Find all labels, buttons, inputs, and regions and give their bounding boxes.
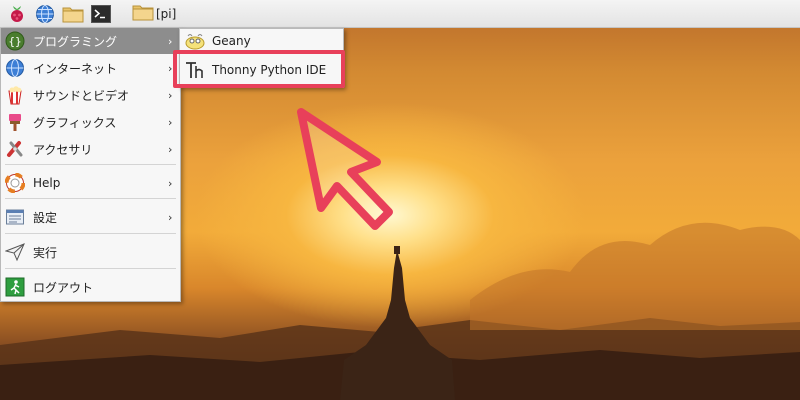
highlight-annotation	[173, 50, 345, 88]
exit-icon	[5, 277, 25, 297]
paintbrush-icon	[5, 112, 25, 132]
pointer-arrow-annotation	[285, 100, 405, 238]
menu-item-label: ログアウト	[33, 280, 94, 295]
menu-item-label: グラフィックス	[33, 115, 117, 130]
settings-panel-icon	[5, 207, 25, 227]
popcorn-icon	[5, 85, 25, 105]
menu-item-label: アクセサリ	[33, 142, 93, 157]
taskbar-window-button[interactable]: [pi]	[132, 3, 176, 24]
menu-item-sound-video[interactable]: サウンドとビデオ ›	[1, 82, 180, 108]
submenu-item-geany[interactable]: Geany	[184, 30, 251, 52]
chevron-right-icon: ›	[168, 88, 173, 102]
menu-item-label: 実行	[33, 245, 58, 260]
chevron-right-icon: ›	[168, 115, 173, 129]
menu-divider	[5, 164, 176, 165]
application-menu: {} プログラミング › インターネット › サウンドとビデオ › グラフィック…	[0, 28, 181, 302]
folder-icon	[132, 3, 154, 24]
menu-item-help[interactable]: Help ›	[1, 170, 180, 196]
terminal-icon[interactable]	[90, 3, 112, 25]
menu-item-programming[interactable]: {} プログラミング ›	[1, 28, 180, 54]
menu-divider	[5, 233, 176, 234]
menu-item-logout[interactable]: ログアウト	[1, 274, 180, 300]
menu-item-label: Help	[33, 176, 61, 190]
menu-item-accessories[interactable]: アクセサリ ›	[1, 136, 180, 162]
globe-icon	[5, 58, 25, 78]
globe-icon[interactable]	[34, 3, 56, 25]
menu-item-internet[interactable]: インターネット ›	[1, 55, 180, 81]
menu-item-run[interactable]: 実行	[1, 239, 180, 265]
menu-item-label: 設定	[33, 210, 58, 225]
chevron-right-icon: ›	[168, 142, 173, 156]
tools-icon	[5, 139, 25, 159]
menu-item-label: サウンドとビデオ	[33, 88, 130, 103]
menu-divider	[5, 198, 176, 199]
menu-divider	[5, 268, 176, 269]
svg-text:{}: {}	[8, 35, 21, 48]
paper-plane-icon	[5, 242, 25, 262]
code-braces-icon: {}	[5, 31, 25, 51]
raspberry-icon[interactable]	[6, 3, 28, 25]
menu-item-graphics[interactable]: グラフィックス ›	[1, 109, 180, 135]
submenu-item-label: Geany	[212, 34, 251, 48]
taskbar: [pi]	[0, 0, 800, 28]
menu-item-label: インターネット	[33, 61, 118, 76]
menu-item-label: プログラミング	[33, 34, 118, 49]
taskbar-window-label: [pi]	[156, 6, 177, 21]
chevron-right-icon: ›	[168, 210, 173, 224]
folder-icon[interactable]	[62, 3, 84, 25]
geany-icon	[184, 31, 206, 51]
chevron-right-icon: ›	[168, 176, 173, 190]
menu-item-settings[interactable]: 設定 ›	[1, 204, 180, 230]
lifebuoy-icon	[5, 173, 25, 193]
